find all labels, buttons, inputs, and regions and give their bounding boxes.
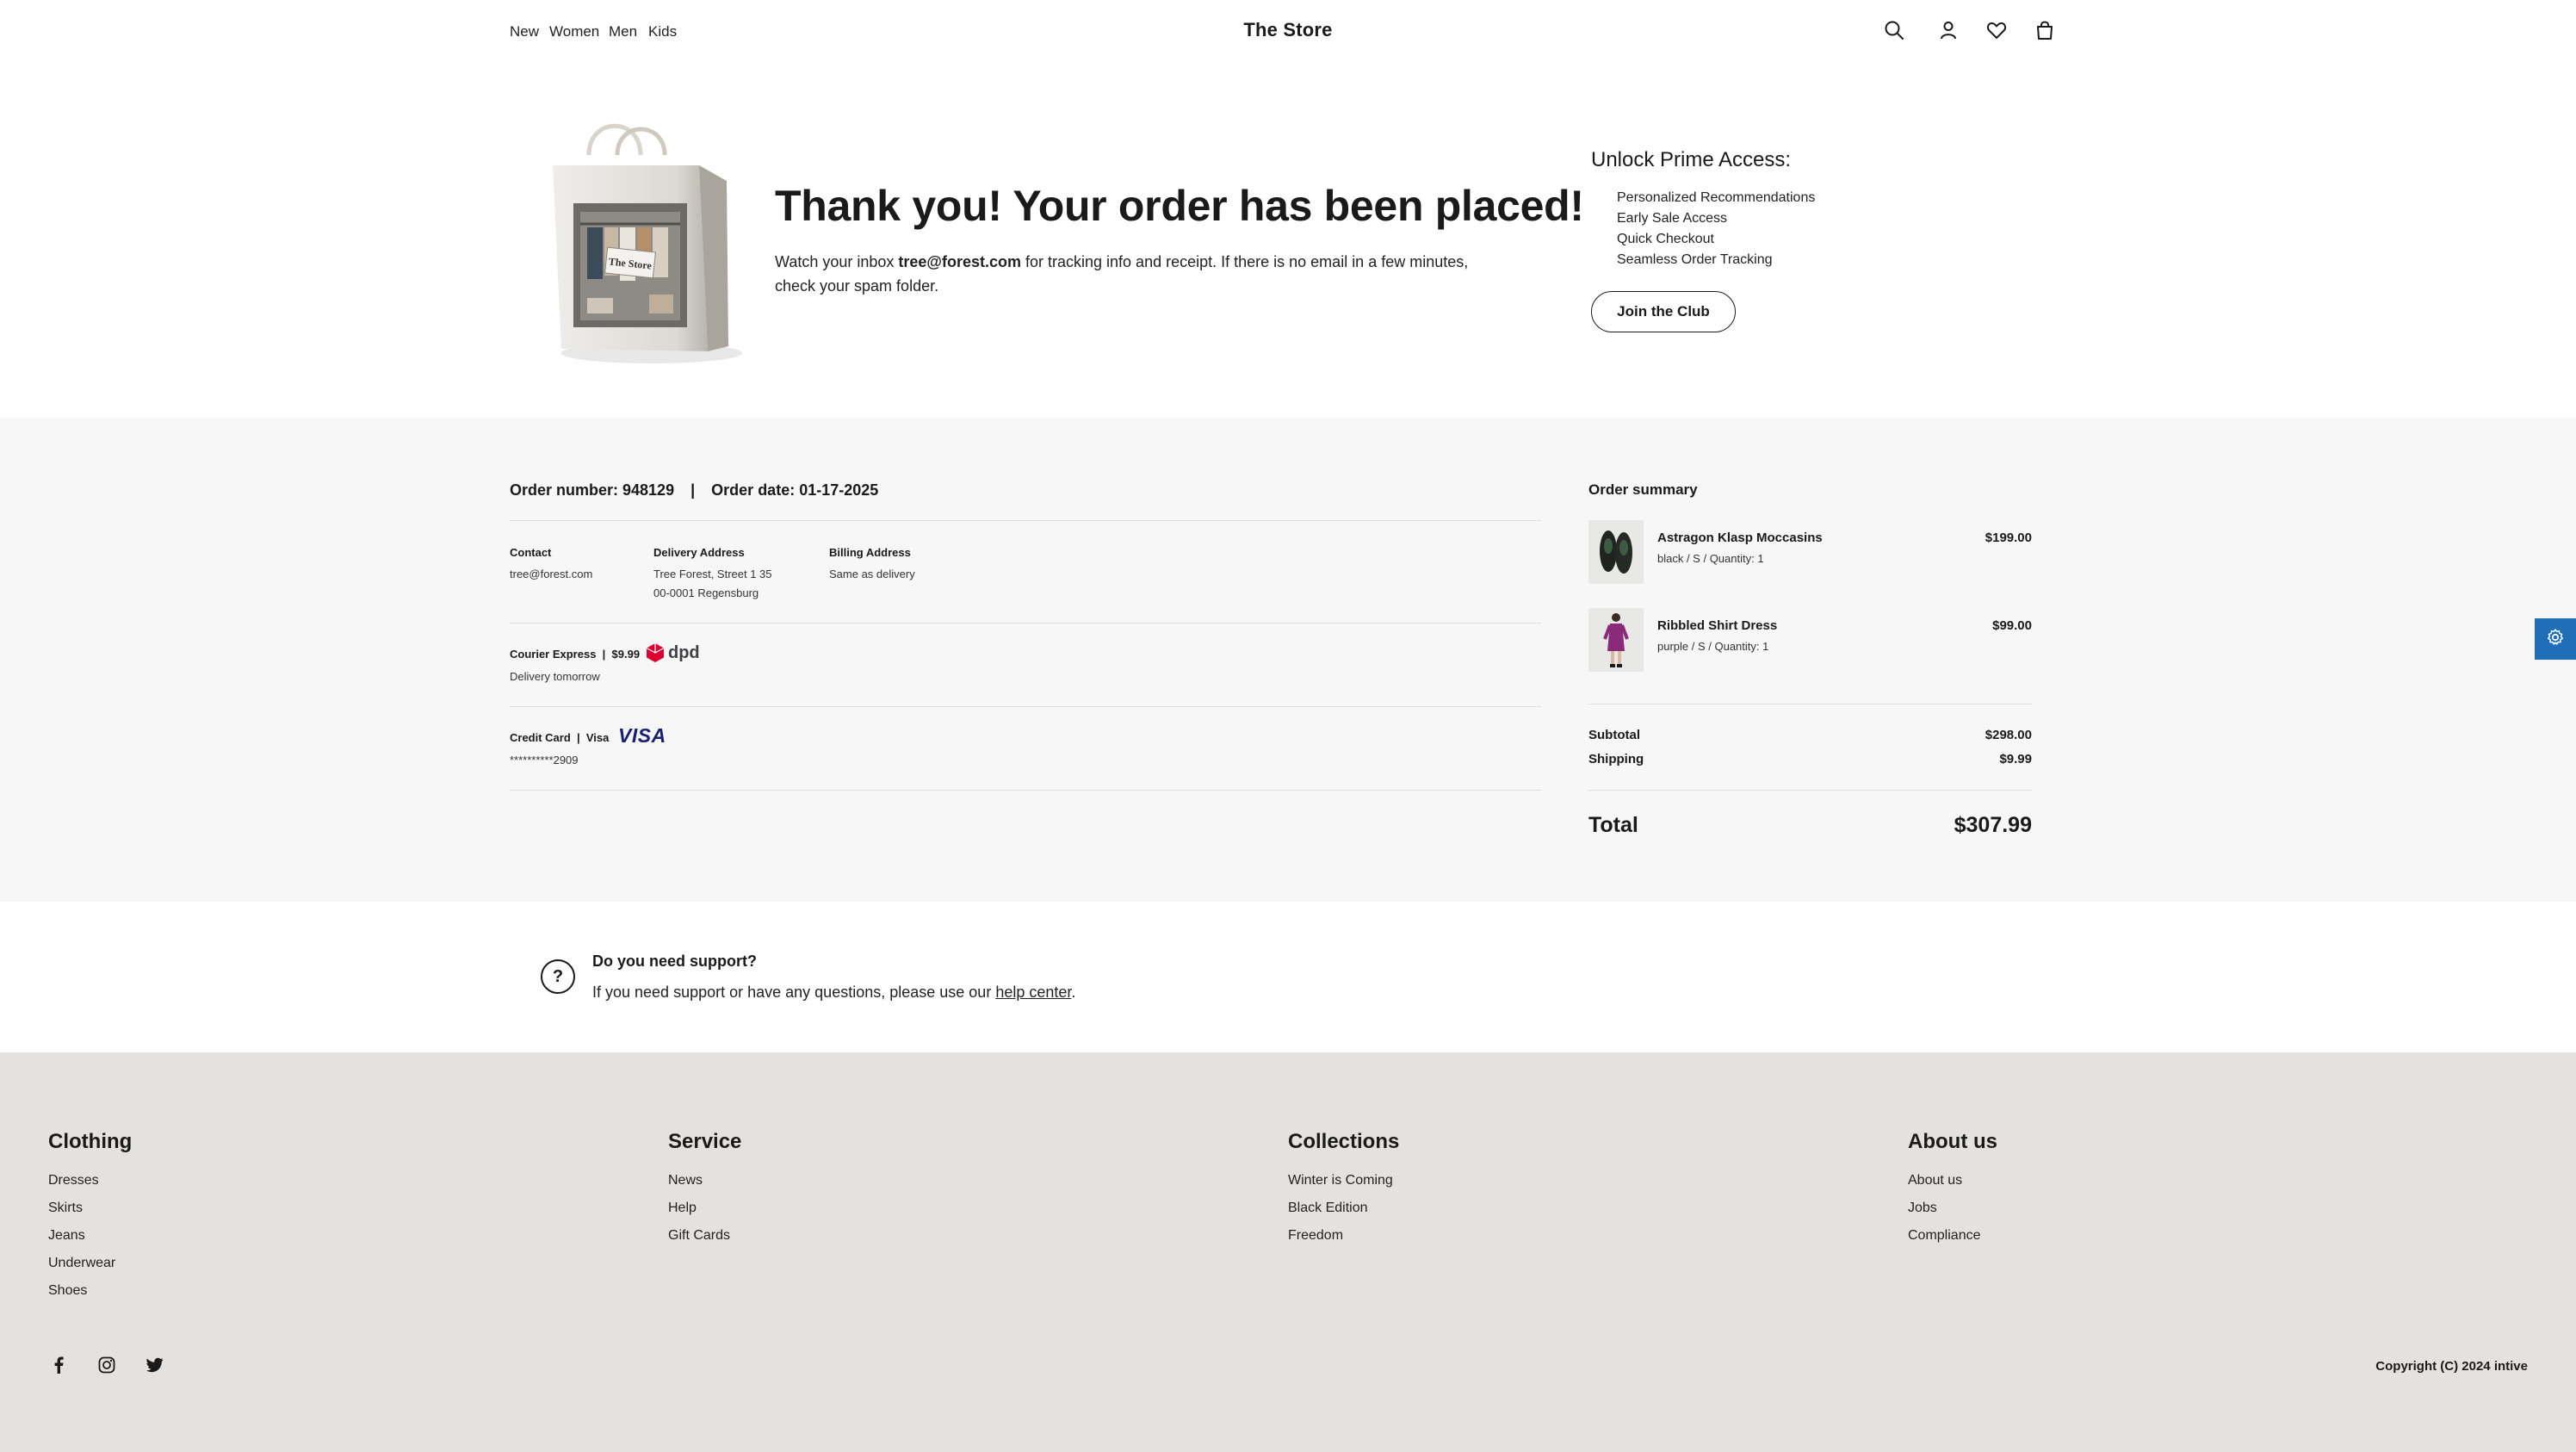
footer-link-help[interactable]: Help: [668, 1201, 697, 1216]
subtotal-value: $298.00: [1985, 728, 2032, 742]
shipping-value: $9.99: [1999, 752, 2032, 766]
order-summary-title: Order summary: [1588, 481, 1698, 498]
prime-benefit: Quick Checkout: [1617, 232, 1714, 246]
billing-address-label: Billing Address: [829, 546, 911, 559]
site-footer: [0, 1052, 2576, 1452]
dpd-logo: dpd: [646, 642, 700, 664]
total-label: Total: [1588, 813, 1638, 837]
order-header-separator: |: [690, 481, 696, 499]
billing-address-value: Same as delivery: [829, 568, 915, 580]
footer-link-news[interactable]: News: [668, 1173, 703, 1188]
footer-link-about-us[interactable]: About us: [1908, 1173, 1962, 1188]
divider: [510, 623, 1541, 624]
delivery-address-line1: Tree Forest, Street 1 35: [653, 568, 772, 580]
footer-link-compliance[interactable]: Compliance: [1908, 1228, 1980, 1244]
order-details-section: [0, 418, 2576, 902]
nav-women[interactable]: Women: [549, 23, 599, 40]
twitter-icon[interactable]: [145, 1355, 165, 1375]
account-icon[interactable]: [1937, 19, 1960, 41]
copyright: Copyright (C) 2024 intive: [2375, 1359, 2528, 1374]
nav-kids[interactable]: Kids: [648, 23, 677, 40]
instagram-icon[interactable]: [96, 1355, 117, 1375]
footer-link-jeans[interactable]: Jeans: [48, 1228, 85, 1244]
divider: [510, 520, 1541, 521]
gear-icon: [2546, 628, 2565, 651]
divider: [1588, 790, 2032, 791]
delivery-address-label: Delivery Address: [653, 546, 745, 559]
product-meta: black / S / Quantity: 1: [1657, 552, 1764, 565]
shipping-label: Shipping: [1588, 752, 1644, 766]
help-icon: ?: [541, 959, 575, 994]
support-text: If you need support or have any question…: [592, 984, 1076, 1001]
product-image-dress[interactable]: [1588, 608, 1644, 672]
divider: [510, 706, 1541, 707]
confirmation-title: Thank you! Your order has been placed!: [775, 182, 1584, 230]
footer-column-title: Clothing: [48, 1130, 133, 1153]
order-number: Order number: 948129: [510, 481, 675, 499]
subtotal-label: Subtotal: [1588, 728, 1640, 742]
footer-link-winter-is-coming[interactable]: Winter is Coming: [1288, 1173, 1393, 1188]
footer-column-title: Collections: [1288, 1130, 1400, 1153]
product-price: $199.00: [1985, 531, 2032, 545]
settings-side-tab[interactable]: [2535, 618, 2576, 660]
order-date: Order date: 01-17-2025: [711, 481, 879, 499]
delivery-address-line2: 00-0001 Regensburg: [653, 586, 759, 599]
product-meta: purple / S / Quantity: 1: [1657, 640, 1769, 653]
product-name[interactable]: Ribbled Shirt Dress: [1657, 618, 1777, 633]
product-name[interactable]: Astragon Klasp Moccasins: [1657, 531, 1823, 545]
prime-benefit: Seamless Order Tracking: [1617, 252, 1773, 267]
footer-link-shoes[interactable]: Shoes: [48, 1283, 87, 1299]
brand-logo[interactable]: The Store: [1202, 19, 1374, 41]
cart-icon[interactable]: [2034, 19, 2056, 41]
contact-value: tree@forest.com: [510, 568, 593, 580]
facebook-icon[interactable]: [48, 1355, 69, 1375]
confirmation-email: tree@forest.com: [898, 253, 1021, 270]
card-number: **********2909: [510, 754, 579, 766]
search-icon[interactable]: [1883, 19, 1905, 41]
total-value: $307.99: [1954, 813, 2032, 837]
wishlist-icon[interactable]: [1985, 19, 2008, 41]
footer-link-underwear[interactable]: Underwear: [48, 1256, 115, 1271]
footer-link-gift-cards[interactable]: Gift Cards: [668, 1228, 730, 1244]
order-header: Order number: 948129 | Order date: 01-17…: [510, 481, 878, 500]
footer-link-skirts[interactable]: Skirts: [48, 1201, 83, 1216]
dpd-cube-icon: [646, 643, 665, 662]
footer-link-jobs[interactable]: Jobs: [1908, 1201, 1937, 1216]
prime-benefit: Early Sale Access: [1617, 211, 1728, 226]
confirmation-message: Watch your inbox tree@forest.com for tra…: [775, 253, 1469, 295]
join-club-button[interactable]: Join the Club: [1591, 291, 1736, 332]
prime-benefits-list: Personalized Recommendations Early Sale …: [1617, 188, 1815, 270]
shopping-bag-illustration: The Store: [536, 121, 742, 370]
divider: [510, 790, 1541, 791]
help-center-link[interactable]: help center: [995, 984, 1071, 1001]
footer-link-dresses[interactable]: Dresses: [48, 1173, 99, 1188]
support-title: Do you need support?: [592, 952, 757, 970]
footer-link-freedom[interactable]: Freedom: [1288, 1228, 1343, 1244]
visa-logo: VISA: [618, 724, 666, 747]
shipping-method: Courier Express | $9.99: [510, 648, 641, 661]
shipping-eta: Delivery tomorrow: [510, 670, 600, 683]
product-price: $99.00: [1992, 618, 2032, 633]
nav-new[interactable]: New: [510, 23, 539, 40]
prime-benefit: Personalized Recommendations: [1617, 190, 1816, 205]
footer-column-title: About us: [1908, 1130, 1997, 1153]
payment-method: Credit Card | Visa: [510, 731, 610, 744]
prime-title: Unlock Prime Access:: [1591, 148, 1792, 171]
site-header: New Women Men Kids The Store: [0, 0, 2576, 69]
footer-column-title: Service: [668, 1130, 742, 1153]
contact-label: Contact: [510, 546, 552, 559]
footer-link-black-edition[interactable]: Black Edition: [1288, 1201, 1368, 1216]
product-image-moccasins[interactable]: [1588, 520, 1644, 584]
nav-men[interactable]: Men: [609, 23, 637, 40]
